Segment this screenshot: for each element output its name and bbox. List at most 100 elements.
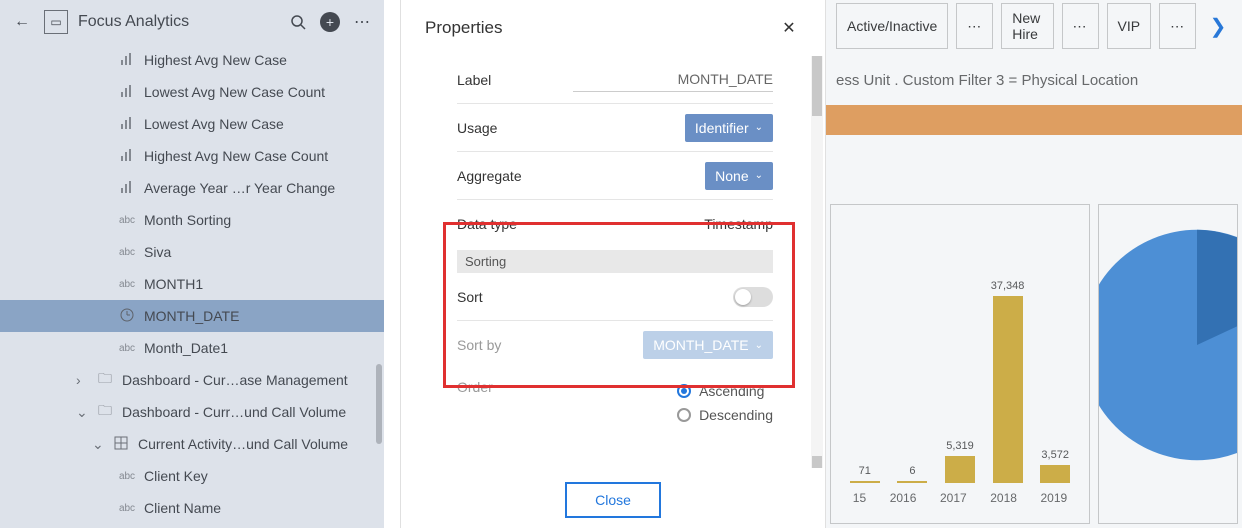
measure-icon: [118, 148, 136, 165]
tree-item-label: Lowest Avg New Case Count: [144, 84, 325, 100]
close-icon[interactable]: ✕: [777, 16, 801, 40]
label-input[interactable]: [573, 67, 773, 92]
modal-header: Properties ✕: [401, 0, 825, 56]
sidebar-header: ← ▭ Focus Analytics + ⋯: [0, 0, 384, 44]
bar-value-label: 6: [909, 465, 915, 477]
prop-datatype-row: Data type Timestamp: [457, 200, 773, 248]
tree-item-label: Month_Date1: [144, 340, 228, 356]
tree-item-label: Client Key: [144, 468, 208, 484]
usage-field-label: Usage: [457, 120, 685, 136]
module-icon: ▭: [44, 10, 68, 34]
datatype-field-label: Data type: [457, 216, 704, 232]
chevron-down-icon: ⌄: [755, 122, 763, 133]
tree-item[interactable]: Average Year …r Year Change: [0, 172, 384, 204]
abc-icon: abc: [118, 502, 136, 514]
tree-item[interactable]: Lowest Avg New Case: [0, 108, 384, 140]
tree-folder[interactable]: ⌄Current Activity…und Call Volume: [0, 428, 384, 460]
close-button[interactable]: Close: [565, 482, 661, 518]
measure-icon: [118, 84, 136, 101]
more-icon: ⋯: [1073, 18, 1088, 35]
folder-icon: 🗀: [98, 368, 114, 392]
tree-item[interactable]: MONTH_DATE: [0, 300, 384, 332]
filter-chip-more[interactable]: ⋯: [1062, 3, 1099, 49]
prop-aggregate-row: Aggregate None ⌄: [457, 152, 773, 200]
folder-icon: 🗀: [98, 400, 114, 424]
order-desc-option[interactable]: Descending: [677, 403, 773, 427]
usage-dropdown[interactable]: Identifier ⌄: [685, 114, 773, 142]
modal-scrollbar[interactable]: [811, 56, 823, 468]
tree-item-label: Average Year …r Year Change: [144, 180, 335, 196]
filter-bar: Active/Inactive⋯New Hire⋯VIP⋯ ❯: [826, 0, 1242, 52]
sort-toggle[interactable]: [733, 287, 773, 307]
bar-value-label: 71: [859, 465, 871, 477]
x-axis-label: 15: [853, 491, 866, 505]
chevron-icon: ›: [76, 372, 90, 388]
tree-item-label: Dashboard - Cur…ase Management: [122, 372, 348, 388]
chart-bar: [993, 296, 1023, 483]
tree-item[interactable]: Highest Avg New Case: [0, 44, 384, 76]
back-icon[interactable]: ←: [10, 10, 34, 34]
abc-icon: abc: [118, 214, 136, 226]
sortby-dropdown[interactable]: MONTH_DATE ⌄: [643, 331, 773, 359]
tree-item-label: MONTH1: [144, 276, 203, 292]
aggregate-dropdown[interactable]: None ⌄: [705, 162, 773, 190]
tree-item-label: Siva: [144, 244, 171, 260]
measure-icon: [118, 52, 136, 69]
filter-chip[interactable]: New Hire: [1001, 3, 1053, 49]
measure-icon: [118, 180, 136, 197]
tree-folder[interactable]: › 🗀 Dashboard - Cur…ase Management: [0, 364, 384, 396]
tree-item[interactable]: abcMonth Sorting: [0, 204, 384, 236]
x-axis-label: 2019: [1041, 491, 1068, 505]
filter-chip[interactable]: Active/Inactive: [836, 3, 948, 49]
tree-folder[interactable]: ⌄🗀Dashboard - Curr…und Call Volume: [0, 396, 384, 428]
order-asc-option[interactable]: Ascending: [677, 379, 773, 403]
measure-icon: [118, 116, 136, 133]
filter-summary: ess Unit . Custom Filter 3 = Physical Lo…: [826, 52, 1242, 99]
tree-item[interactable]: Highest Avg New Case Count: [0, 140, 384, 172]
modal-title: Properties: [425, 18, 777, 38]
scroll-right-icon[interactable]: ❯: [1204, 11, 1232, 41]
tree: Highest Avg New Case Lowest Avg New Case …: [0, 44, 384, 528]
bar-value-label: 5,319: [946, 440, 974, 452]
tree-item[interactable]: abcClient Key: [0, 460, 384, 492]
tree-item-label: Highest Avg New Case Count: [144, 148, 328, 164]
prop-sortby-row: Sort by MONTH_DATE ⌄: [457, 321, 773, 369]
prop-order-row: Order Ascending Descending: [457, 369, 773, 425]
tree-item-label: MONTH_DATE: [144, 308, 239, 324]
search-icon[interactable]: [286, 10, 310, 34]
x-axis-label: 2016: [890, 491, 917, 505]
x-axis-label: 2018: [990, 491, 1017, 505]
chart-bar: [850, 481, 880, 483]
chevron-down-icon: ⌄: [755, 170, 763, 181]
tree-item[interactable]: abcMONTH1: [0, 268, 384, 300]
bar-value-label: 37,348: [991, 280, 1025, 292]
filter-chip[interactable]: VIP: [1107, 3, 1152, 49]
prop-usage-row: Usage Identifier ⌄: [457, 104, 773, 152]
aggregate-field-label: Aggregate: [457, 168, 705, 184]
clock-icon: [118, 308, 136, 325]
chart-bar: [897, 481, 927, 483]
more-icon: ⋯: [967, 18, 982, 35]
datatype-value: Timestamp: [704, 216, 773, 232]
content-area: Active/Inactive⋯New Hire⋯VIP⋯ ❯ ess Unit…: [826, 0, 1242, 528]
sortby-field-label: Sort by: [457, 337, 643, 353]
tree-item[interactable]: abc Client Name: [0, 492, 384, 524]
tree-item-label: Highest Avg New Case: [144, 52, 287, 68]
more-icon[interactable]: ⋯: [350, 10, 374, 34]
tree-item-label: Client Name: [144, 500, 221, 516]
label-field-label: Label: [457, 72, 573, 88]
filter-chip-more[interactable]: ⋯: [956, 3, 993, 49]
filter-chip-more[interactable]: ⋯: [1159, 3, 1196, 49]
sidebar-scrollbar[interactable]: [376, 44, 382, 528]
tree-item[interactable]: abcMonth_Date1: [0, 332, 384, 364]
sorting-section-header: Sorting: [457, 250, 773, 273]
chart-bar: [945, 456, 975, 483]
highlight-bar: [826, 105, 1242, 135]
sort-field-label: Sort: [457, 289, 733, 305]
add-icon[interactable]: +: [320, 12, 340, 32]
prop-label-row: Label: [457, 56, 773, 104]
abc-icon: abc: [118, 246, 136, 258]
tree-item[interactable]: abc Siva: [0, 236, 384, 268]
tree-item[interactable]: Lowest Avg New Case Count: [0, 76, 384, 108]
bar-value-label: 3,572: [1041, 449, 1069, 461]
